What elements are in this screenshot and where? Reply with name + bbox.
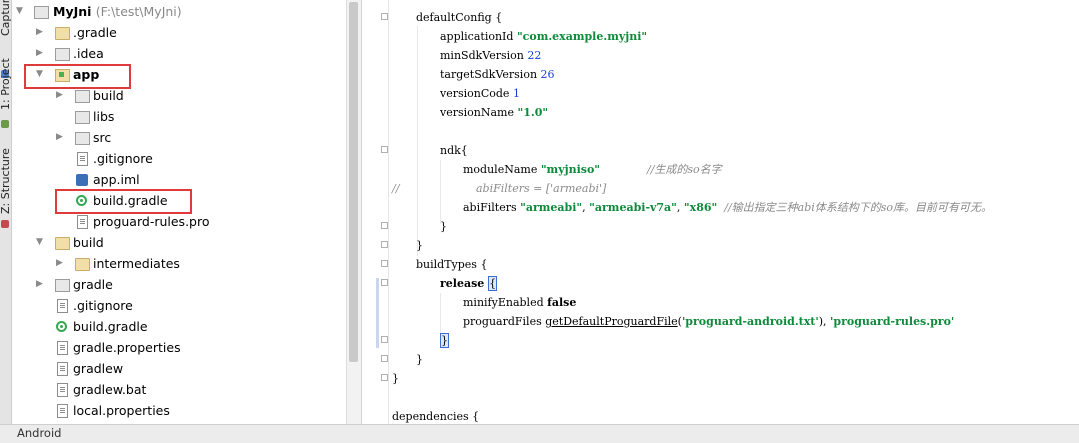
- bottom-tool-bar: Android: [0, 424, 1079, 443]
- fold-marker-icon[interactable]: [381, 241, 388, 248]
- code-line: }: [440, 220, 447, 233]
- project-tab[interactable]: 1: Project: [0, 58, 11, 110]
- code-line: }: [440, 331, 449, 350]
- structure-tab[interactable]: Z: Structure: [0, 148, 11, 214]
- tree-item-label: gradle: [73, 277, 113, 292]
- tree-item-label: build.gradle: [73, 319, 148, 334]
- collapse-arrow-icon[interactable]: ▶: [36, 43, 43, 64]
- tree-item-label: build: [93, 88, 124, 103]
- tool-window-strip: Captur 1: Project Z: Structure: [0, 0, 12, 424]
- code-line: dependencies {: [392, 410, 480, 423]
- iml-file-icon: [76, 174, 88, 186]
- file-icon: [57, 383, 68, 397]
- tree-item-label: build: [73, 235, 104, 250]
- collapse-arrow-icon[interactable]: ▶: [36, 22, 43, 43]
- collapse-arrow-icon[interactable]: ▶: [56, 85, 63, 106]
- tree-item-label: src: [93, 130, 112, 145]
- folder-icon: [55, 27, 70, 40]
- tree-scrollbar[interactable]: [346, 0, 361, 424]
- change-marker: [376, 278, 379, 348]
- folder-icon: [55, 48, 70, 61]
- structure-tab-icon: [1, 220, 9, 228]
- code-line: }: [392, 372, 399, 385]
- code-line: minifyEnabled false: [463, 296, 577, 309]
- file-icon: [57, 341, 68, 355]
- fold-marker-icon[interactable]: [381, 374, 388, 381]
- code-line: abiFilters "armeabi", "armeabi-v7a", "x8…: [463, 201, 993, 214]
- fold-marker-icon[interactable]: [381, 146, 388, 153]
- code-line: release {: [440, 276, 498, 291]
- folder-icon: [75, 258, 90, 271]
- code-line: minSdkVersion 22: [440, 49, 542, 62]
- file-icon: [57, 299, 68, 313]
- matched-brace: {: [488, 276, 498, 291]
- code-editor[interactable]: defaultConfig { applicationId "com.examp…: [361, 0, 1079, 424]
- tree-item-label: libs: [93, 109, 115, 124]
- collapse-arrow-icon[interactable]: ▶: [56, 253, 63, 274]
- folder-icon: [75, 111, 90, 124]
- tree-item-label: gradlew.bat: [73, 382, 147, 397]
- indent-guide: [417, 26, 418, 256]
- tree-item-label: gradle.properties: [73, 340, 181, 355]
- file-icon: [57, 362, 68, 376]
- tree-item-label: gradlew: [73, 361, 124, 376]
- matched-brace: }: [440, 333, 449, 348]
- fold-marker-icon[interactable]: [381, 355, 388, 362]
- expand-arrow-icon[interactable]: ▼: [16, 1, 23, 22]
- fold-marker-icon[interactable]: [381, 222, 388, 229]
- android-tab[interactable]: Android: [17, 426, 61, 440]
- code-line: }: [416, 353, 423, 366]
- collapse-arrow-icon[interactable]: ▶: [56, 127, 63, 148]
- fold-marker-icon[interactable]: [381, 279, 388, 286]
- code-line: buildTypes {: [416, 258, 488, 271]
- tree-item-label: .gitignore: [93, 151, 153, 166]
- file-icon: [57, 404, 68, 418]
- code-line: }: [416, 239, 423, 252]
- folder-icon: [75, 132, 90, 145]
- indent-guide: [440, 160, 441, 224]
- project-tree: ▼ MyJni (F:\test\MyJni) ▶ .gradle ▶ .ide…: [12, 0, 346, 424]
- scrollbar-thumb[interactable]: [349, 2, 358, 362]
- code-line: defaultConfig {: [416, 11, 503, 24]
- tree-item-label: proguard-rules.pro: [93, 214, 210, 229]
- code-line: ndk{: [440, 144, 468, 157]
- tree-item-label: app.iml: [93, 172, 140, 187]
- tree-item-label: intermediates: [93, 256, 180, 271]
- folder-icon: [75, 90, 90, 103]
- fold-marker-icon[interactable]: [381, 336, 388, 343]
- folder-icon: [55, 237, 70, 250]
- editor-gutter: [362, 0, 389, 424]
- tree-item-label: .idea: [73, 46, 104, 61]
- fold-marker-icon[interactable]: [381, 260, 388, 267]
- code-line: versionName "1.0": [440, 106, 549, 119]
- folder-icon: [55, 279, 70, 292]
- gradle-file-icon: [56, 321, 67, 332]
- code-line: //abiFilters = ['armeabi']: [392, 182, 607, 195]
- tree-item-label: MyJni (F:\test\MyJni): [53, 4, 182, 19]
- collapse-arrow-icon[interactable]: ▶: [36, 274, 43, 295]
- code-line: versionCode 1: [440, 87, 520, 100]
- expand-arrow-icon[interactable]: ▼: [36, 232, 43, 253]
- tree-item-label: .gitignore: [73, 298, 133, 313]
- code-line: moduleName "myjniso"//生成的so名字: [463, 163, 722, 176]
- tree-item-label: local.properties: [73, 403, 170, 418]
- captures-tab[interactable]: Captur: [0, 0, 11, 36]
- tree-item-label: .gradle: [73, 25, 117, 40]
- code-line: targetSdkVersion 26: [440, 68, 555, 81]
- code-line: proguardFiles getDefaultProguardFile('pr…: [463, 315, 955, 328]
- module-folder-icon: [34, 6, 49, 19]
- project-view-icon: [1, 120, 9, 128]
- code-line: applicationId "com.example.myjni": [440, 30, 648, 43]
- file-icon: [77, 152, 88, 166]
- fold-marker-icon[interactable]: [381, 13, 388, 20]
- file-icon: [77, 215, 88, 229]
